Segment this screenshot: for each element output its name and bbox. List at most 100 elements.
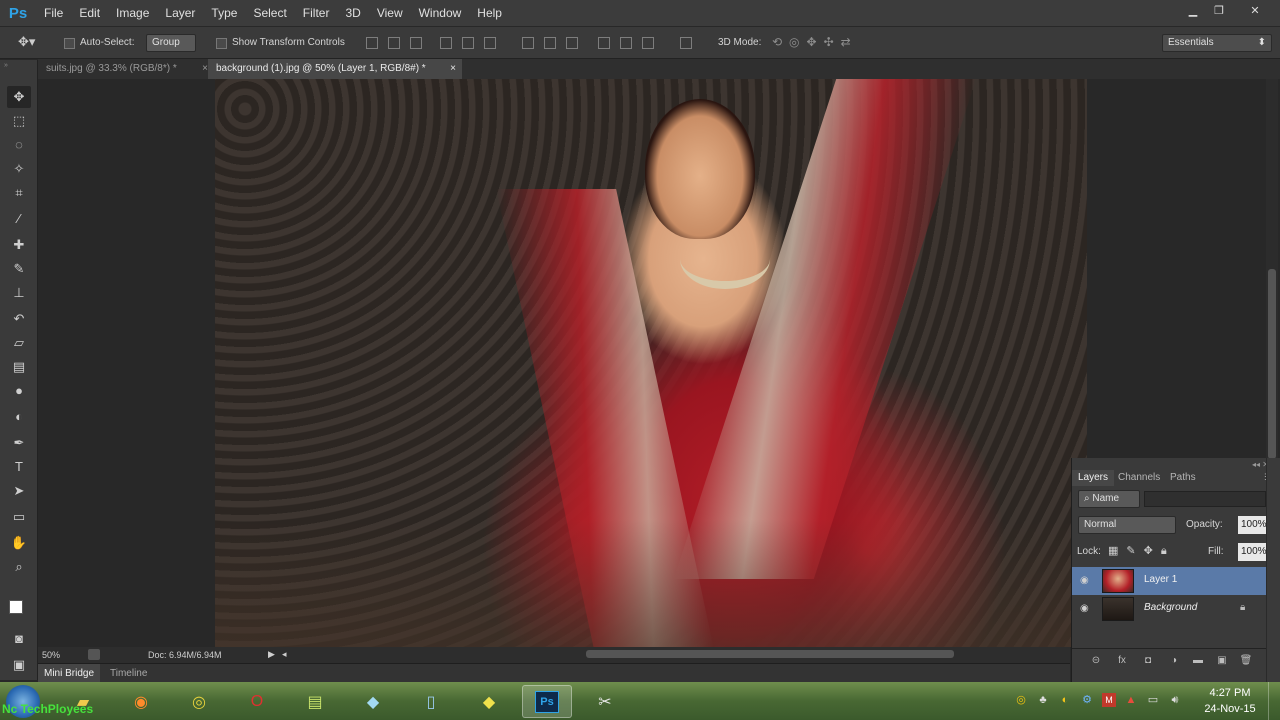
marquee-tool-icon[interactable]: ⬚ [7, 110, 31, 132]
magic-wand-icon[interactable]: ✧ [7, 158, 31, 180]
menu-layer[interactable]: Layer [157, 0, 203, 26]
gradient-tool-icon[interactable]: ▤ [7, 356, 31, 378]
quick-mask-icon[interactable]: ◙ [7, 628, 31, 650]
tab-layers[interactable]: Layers [1072, 470, 1115, 486]
align-hcenter-icon[interactable] [462, 37, 474, 49]
align-right-icon[interactable] [484, 37, 496, 49]
chat-tray-icon[interactable]: ◐ [1058, 693, 1072, 707]
tab-channels[interactable]: Channels [1112, 470, 1166, 486]
panel-collapse-icon[interactable]: » [4, 62, 8, 69]
delete-layer-icon[interactable]: 🗑︎ [1238, 654, 1254, 668]
distribute-top-icon[interactable] [522, 37, 534, 49]
document-icon[interactable]: ▯ [406, 685, 456, 718]
new-group-icon[interactable]: ▬ [1190, 654, 1206, 668]
photoshop-taskbar-icon[interactable]: Ps [522, 685, 572, 718]
distribute-left-icon[interactable] [598, 37, 610, 49]
auto-select-dropdown[interactable]: Group [146, 34, 196, 52]
menu-edit[interactable]: Edit [71, 0, 108, 26]
clock-date[interactable]: 24-Nov-15 [1200, 703, 1260, 715]
show-desktop-button[interactable] [1268, 682, 1280, 720]
align-top-icon[interactable] [366, 37, 378, 49]
layers-scrollbar[interactable] [1266, 458, 1280, 682]
blur-tool-icon[interactable]: ● [7, 380, 31, 402]
status-export-icon[interactable] [88, 649, 100, 660]
scroll-left-icon[interactable]: ◂ [282, 649, 287, 660]
new-layer-icon[interactable]: ▣ [1214, 654, 1230, 668]
network-tray-icon[interactable]: ⚙ [1080, 693, 1094, 707]
horizontal-scrollbar-thumb[interactable] [586, 650, 954, 658]
tab-mini-bridge[interactable]: Mini Bridge [38, 664, 101, 683]
close-icon[interactable]: ✕ [1244, 3, 1266, 19]
move-tool-icon[interactable]: ✥ [7, 86, 31, 108]
screen-mode-icon[interactable]: ▣ [7, 654, 31, 676]
clone-stamp-icon[interactable]: ⊥ [7, 282, 31, 304]
tab-timeline[interactable]: Timeline [104, 664, 153, 683]
eye-icon[interactable]: ◉ [1080, 575, 1092, 587]
rectangle-tool-icon[interactable]: ▭ [7, 506, 31, 528]
menu-view[interactable]: View [369, 0, 411, 26]
workspace-dropdown[interactable]: Essentials ⬍ [1162, 34, 1272, 52]
layer-row-background[interactable]: ◉ Background 🔒︎ [1072, 595, 1266, 623]
lasso-tool-icon[interactable]: ◌ [7, 134, 31, 156]
distribute-vcenter-icon[interactable] [544, 37, 556, 49]
menu-file[interactable]: File [36, 0, 71, 26]
clock-time[interactable]: 4:27 PM [1200, 687, 1260, 699]
chrome-icon[interactable]: ◎ [174, 685, 224, 718]
menu-help[interactable]: Help [469, 0, 510, 26]
explorer-icon[interactable]: ▰ [58, 685, 108, 718]
move-tool-preset-icon[interactable]: ✥▾ [18, 34, 35, 50]
transform-controls-checkbox[interactable] [216, 38, 227, 49]
tab-suits[interactable]: suits.jpg @ 33.3% (RGB/8*) * × [38, 59, 208, 79]
align-left-icon[interactable] [440, 37, 452, 49]
eye-icon[interactable]: ◉ [1080, 603, 1092, 615]
notepad-icon[interactable]: ▤ [290, 685, 340, 718]
layer-mask-icon[interactable]: ◘ [1140, 654, 1156, 668]
snipping-tool-icon[interactable]: ✂ [580, 685, 630, 718]
zoom-tool-icon[interactable]: ⌕ [7, 556, 31, 578]
hand-tool-icon[interactable]: ✋ [7, 532, 31, 554]
adobe-tray-icon[interactable]: ▲ [1124, 693, 1138, 707]
type-tool-icon[interactable]: T [7, 456, 31, 478]
zoom-level[interactable]: 50% [42, 650, 60, 660]
distribute-hcenter-icon[interactable] [620, 37, 632, 49]
blend-mode-dropdown[interactable]: Normal [1078, 516, 1176, 534]
status-menu-arrow-icon[interactable]: ▶ [268, 649, 275, 660]
app-diamond-icon[interactable]: ◆ [464, 685, 514, 718]
history-brush-icon[interactable]: ↶ [7, 308, 31, 330]
auto-select-checkbox[interactable] [64, 38, 75, 49]
eraser-tool-icon[interactable]: ▱ [7, 332, 31, 354]
restore-icon[interactable]: ❐ [1208, 3, 1230, 19]
opera-icon[interactable]: O [232, 685, 282, 718]
document-image[interactable] [215, 79, 1087, 647]
link-layers-icon[interactable]: ⊝ [1088, 654, 1104, 668]
files-icon[interactable]: ◆ [348, 685, 398, 718]
firefox-icon[interactable]: ◉ [116, 685, 166, 718]
tab-background[interactable]: background (1).jpg @ 50% (Layer 1, RGB/8… [208, 59, 462, 79]
pen-tool-icon[interactable]: ✒ [7, 432, 31, 454]
foreground-color-swatch[interactable] [9, 600, 23, 614]
notification-icon[interactable]: ♣ [1036, 693, 1050, 707]
crop-tool-icon[interactable]: ⌗ [7, 182, 31, 204]
filter-kind-dropdown[interactable]: ⌕ Name [1078, 490, 1140, 508]
menu-3d[interactable]: 3D [337, 0, 368, 26]
dodge-tool-icon[interactable]: ◐ [7, 406, 31, 428]
brush-tool-icon[interactable]: ✎ [7, 258, 31, 280]
menu-image[interactable]: Image [108, 0, 157, 26]
menu-filter[interactable]: Filter [295, 0, 338, 26]
tab-paths[interactable]: Paths [1164, 470, 1202, 486]
auto-align-icon[interactable] [680, 37, 692, 49]
menu-window[interactable]: Window [411, 0, 470, 26]
scrollbar-thumb[interactable] [1268, 269, 1276, 459]
healing-brush-icon[interactable]: ✚ [7, 234, 31, 256]
distribute-bottom-icon[interactable] [566, 37, 578, 49]
antivirus-tray-icon[interactable]: M [1102, 693, 1116, 707]
filter-input[interactable] [1144, 491, 1266, 507]
layer-name[interactable]: Layer 1 [1144, 574, 1177, 585]
volume-icon[interactable]: 🔊︎ [1168, 693, 1182, 707]
layer-name[interactable]: Background [1144, 602, 1197, 613]
eyedropper-icon[interactable]: ⁄ [7, 208, 31, 230]
chrome-tray-icon[interactable]: ◎ [1014, 693, 1028, 707]
minimize-icon[interactable]: ▁ [1182, 3, 1204, 19]
layer-row-layer-1[interactable]: ◉ Layer 1 [1072, 567, 1266, 595]
monitor-tray-icon[interactable]: ▭ [1146, 693, 1160, 707]
